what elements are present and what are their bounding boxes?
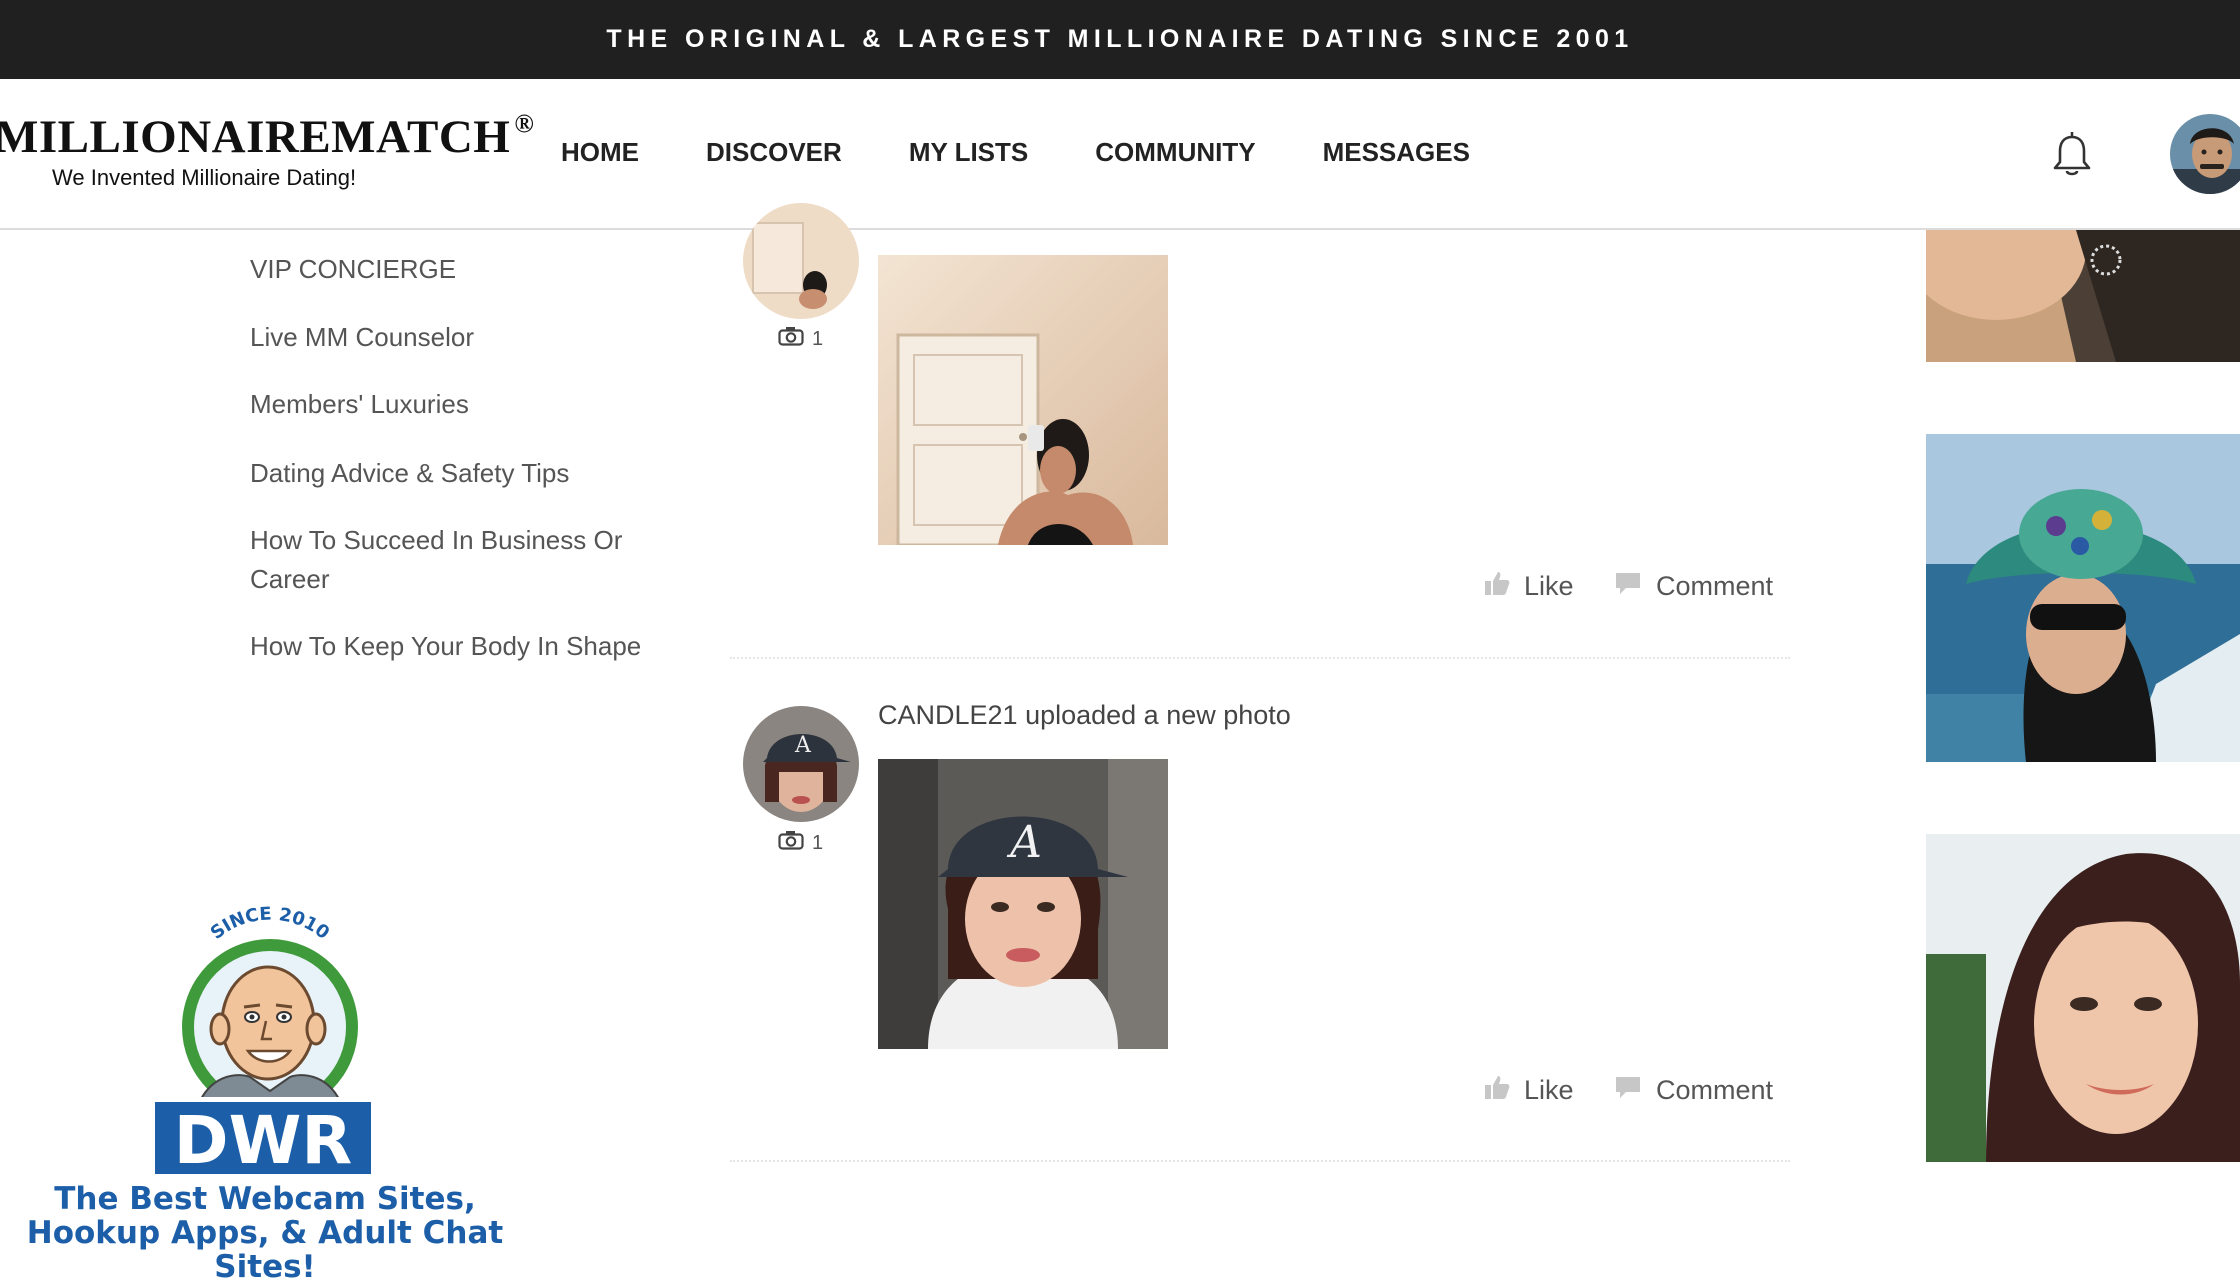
dwr-tagline-line2: Hookup Apps, & Adult Chat Sites! (26, 1215, 504, 1285)
comment-icon (1614, 570, 1642, 603)
like-button[interactable]: Like (1484, 1074, 1574, 1107)
featured-member-photo[interactable] (1926, 834, 2240, 1162)
sidebar-item-members-luxuries[interactable]: Members' Luxuries (250, 385, 660, 424)
sidebar-item-dating-advice[interactable]: Dating Advice & Safety Tips (250, 454, 660, 493)
comment-button[interactable]: Comment (1614, 1074, 1773, 1107)
svg-text:A: A (794, 733, 812, 758)
like-label: Like (1524, 1075, 1574, 1105)
camera-icon (778, 830, 804, 856)
comment-button[interactable]: Comment (1614, 570, 1773, 603)
nav-my-lists[interactable]: MY LISTS (909, 137, 1028, 168)
comment-icon (1614, 1074, 1642, 1107)
post-photo[interactable]: A (878, 759, 1168, 1049)
bell-icon[interactable] (2052, 131, 2092, 179)
sidebar-item-business-career[interactable]: How To Succeed In Business Or Career (250, 521, 660, 599)
post-title[interactable]: CANDLE21 uploaded a new photo (878, 700, 1291, 731)
svg-text:A: A (1006, 817, 1042, 868)
post-divider (730, 657, 1790, 659)
site-logo[interactable]: MILLIONAIREMATCH ® We Invented Millionair… (0, 109, 535, 190)
thumbs-up-icon (1484, 1074, 1510, 1107)
post-author-avatar[interactable]: A (743, 706, 859, 822)
nav-discover[interactable]: DISCOVER (706, 137, 842, 168)
logo-wordmark: MILLIONAIREMATCH ® (0, 109, 535, 163)
photo-count-value: 1 (812, 327, 824, 350)
post-divider (730, 1160, 1790, 1162)
thumbs-up-icon (1484, 570, 1510, 603)
logo-tagline: We Invented Millionaire Dating! (52, 165, 357, 190)
post-photo[interactable] (878, 255, 1168, 545)
comment-label: Comment (1656, 1075, 1774, 1105)
dwr-watermark: DWR SINCE 2010 The Best Webcam Sites, Ho… (0, 905, 530, 1284)
sidebar-item-body-shape[interactable]: How To Keep Your Body In Shape (250, 627, 660, 666)
post-author-avatar[interactable] (743, 203, 859, 319)
sidebar-item-vip-concierge[interactable]: VIP CONCIERGE (250, 250, 660, 289)
photo-count[interactable]: 1 (778, 830, 823, 856)
featured-member-photo[interactable] (1926, 230, 2240, 362)
main-nav: HOME DISCOVER MY LISTS COMMUNITY MESSAGE… (561, 137, 1537, 168)
photo-count-value: 1 (812, 831, 824, 854)
like-button[interactable]: Like (1484, 570, 1574, 603)
sidebar-item-live-counselor[interactable]: Live MM Counselor (250, 318, 660, 357)
nav-home[interactable]: HOME (561, 137, 639, 168)
nav-messages[interactable]: MESSAGES (1323, 137, 1470, 168)
site-header: MILLIONAIREMATCH ® We Invented Millionair… (0, 79, 2240, 230)
activity-feed: 1 Like Comment A 1 CANDLE21 uploaded a n… (730, 203, 1800, 1260)
nav-community[interactable]: COMMUNITY (1095, 137, 1255, 168)
top-banner: THE ORIGINAL & LARGEST MILLIONAIRE DATIN… (0, 0, 2240, 79)
camera-icon (778, 326, 804, 352)
banner-text: THE ORIGINAL & LARGEST MILLIONAIRE DATIN… (606, 25, 1634, 53)
photo-count[interactable]: 1 (778, 326, 823, 352)
dwr-tagline-line1: The Best Webcam Sites, (54, 1181, 476, 1217)
dwr-logo-text: DWR (174, 1102, 352, 1179)
comment-label: Comment (1656, 571, 1774, 601)
user-avatar[interactable] (2170, 114, 2240, 194)
featured-member-photo[interactable] (1926, 434, 2240, 762)
like-label: Like (1524, 571, 1574, 601)
